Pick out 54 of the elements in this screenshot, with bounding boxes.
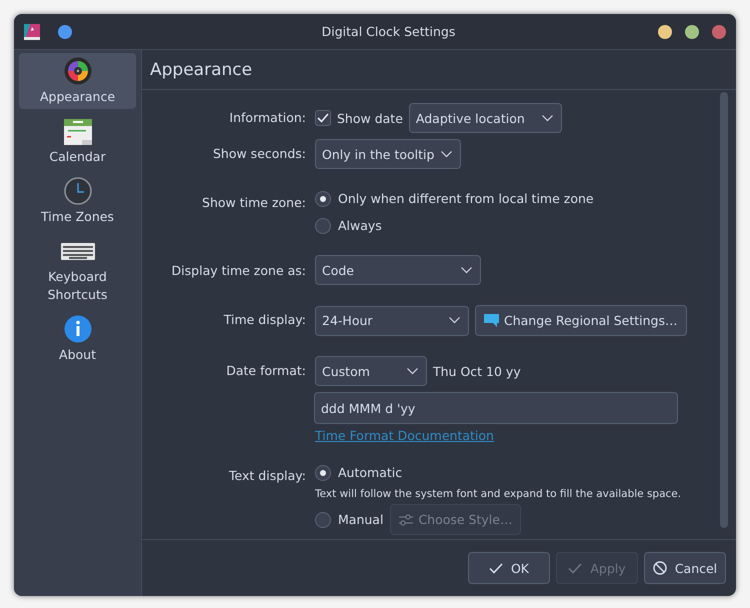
window-title: Digital Clock Settings [320, 24, 456, 39]
date-format-field[interactable]: ddd MMM d 'yy [314, 392, 678, 424]
page-title: Appearance [150, 60, 252, 80]
checkmark-icon [568, 562, 582, 574]
form-label: Date format: [225, 362, 306, 380]
date-format-dropdown[interactable]: Custom [315, 356, 427, 386]
help-text: Text will follow the system font and expand to fill the available space. [315, 488, 682, 500]
show-date-checkbox[interactable] [315, 110, 331, 126]
date-preview: Thu Oct 10 yy [433, 364, 521, 378]
sidebar-item[interactable]: Time Zones [19, 173, 136, 229]
form-label: Information: [228, 109, 306, 127]
calendar-icon [64, 117, 92, 145]
ok-button[interactable]: OK [468, 552, 550, 584]
close-button[interactable] [712, 24, 726, 38]
chevron-down-icon [542, 114, 553, 122]
pin-button[interactable] [58, 24, 72, 38]
radio-button[interactable] [315, 464, 331, 480]
color-wheel-icon [64, 57, 92, 85]
sidebar-item[interactable]: Keyboard Shortcuts [19, 233, 136, 307]
seconds-dropdown[interactable]: Only in the tooltip [315, 139, 461, 169]
sliders-icon [399, 514, 414, 526]
info-icon [64, 315, 92, 343]
form-label: Text display: [228, 467, 306, 485]
radio-button[interactable] [315, 190, 331, 206]
sidebar-item[interactable]: Appearance [19, 53, 136, 109]
app-icon [24, 24, 40, 40]
location-dropdown[interactable]: Adaptive location [408, 103, 562, 133]
time-display-dropdown[interactable]: 24-Hour [315, 306, 469, 336]
speech-bubble-icon [484, 314, 499, 327]
radio-label: Manual [338, 512, 384, 527]
cancel-icon [652, 561, 667, 575]
radio-button[interactable] [315, 512, 331, 528]
chevron-down-icon [407, 368, 418, 374]
minimize-button[interactable] [658, 24, 672, 38]
checkbox-label: Show date [337, 110, 403, 126]
clock-icon [64, 177, 92, 205]
form-label: Show time zone: [201, 194, 306, 212]
radio-label: Automatic [338, 465, 402, 480]
time-zone-format-dropdown[interactable]: Code [315, 255, 481, 285]
chevron-down-icon [461, 266, 472, 274]
form-label: Display time zone as: [170, 262, 306, 280]
radio-button[interactable] [315, 218, 331, 234]
chevron-down-icon [449, 317, 460, 324]
maximize-button[interactable] [685, 24, 699, 38]
sidebar-item[interactable]: About [19, 311, 136, 367]
form-label: Show seconds: [212, 145, 306, 163]
radio-label: Only when different from local time zone [338, 191, 594, 206]
regional-settings-button[interactable]: Change Regional Settings… [475, 305, 686, 336]
cancel-button[interactable]: Cancel [644, 552, 726, 584]
sidebar-item[interactable]: Calendar [19, 113, 136, 169]
chevron-down-icon [441, 150, 452, 158]
form-label: Time display: [222, 311, 306, 329]
checkmark-icon [488, 562, 503, 574]
radio-label: Always [338, 218, 382, 233]
